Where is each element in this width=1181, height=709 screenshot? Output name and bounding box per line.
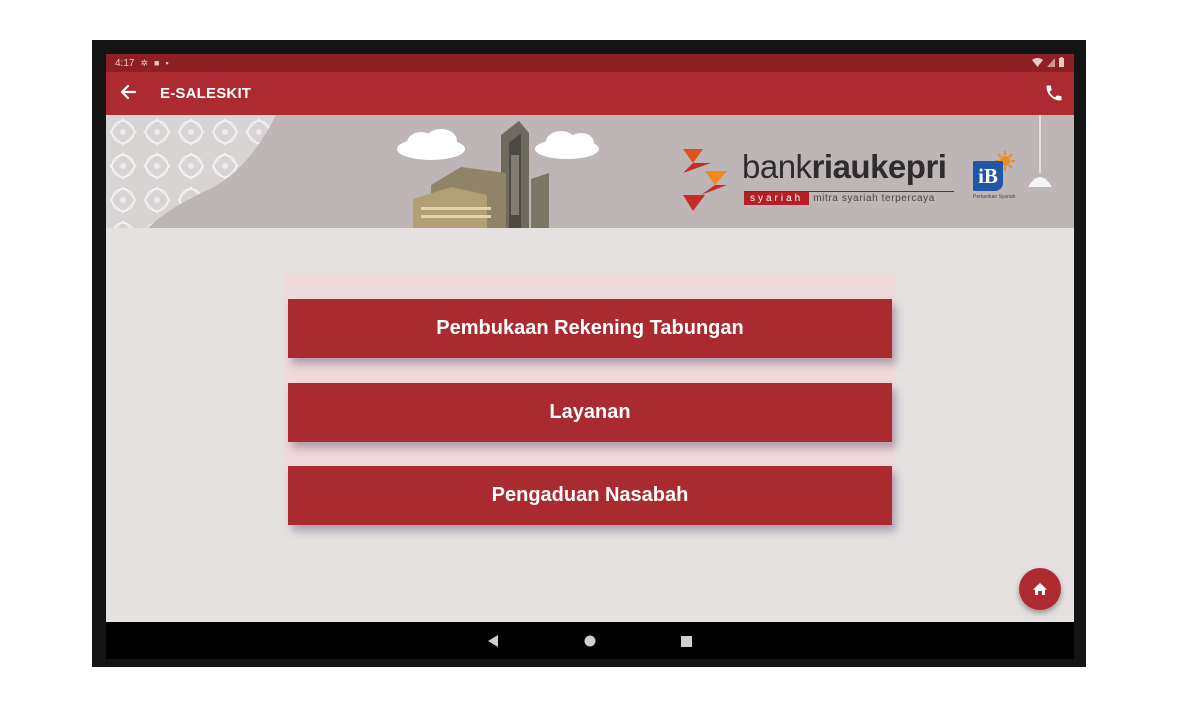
status-indicators — [1032, 57, 1064, 67]
phone-icon[interactable] — [1044, 83, 1064, 103]
square-recents-icon — [680, 635, 692, 647]
brand-tagline: mitra syariah terpercaya — [813, 193, 935, 204]
nav-home-button[interactable] — [580, 631, 600, 651]
nav-back-button[interactable] — [483, 631, 503, 651]
system-nav-bar — [106, 622, 1074, 659]
signal-icon — [1047, 57, 1055, 67]
ib-mark: iB — [973, 161, 1003, 191]
app-screen: 4:17 ✲ ■ ▪ E-SALESKIT bankriaukepri syar… — [106, 54, 1074, 622]
customer-complaint-button[interactable]: Pengaduan Nasabah — [288, 466, 892, 525]
services-button[interactable]: Layanan — [288, 383, 892, 442]
hanging-lamp — [1028, 115, 1052, 187]
home-fab-button[interactable] — [1019, 568, 1061, 610]
bank-logo-wordmark: bankriaukepri — [742, 148, 947, 185]
status-bar: 4:17 ✲ ■ ▪ — [106, 54, 1074, 72]
bank-tagline-row: syariah mitra syariah terpercaya — [744, 191, 954, 205]
home-icon — [1033, 583, 1047, 595]
arrow-left-icon[interactable] — [118, 81, 138, 103]
brand-word-bold: riaukepri — [811, 148, 947, 185]
settings-icon: ✲ — [140, 57, 149, 68]
app-bar: E-SALESKIT — [106, 72, 1074, 115]
wifi-icon — [1032, 57, 1043, 67]
nav-recents-button[interactable] — [676, 631, 696, 651]
circle-home-icon — [584, 635, 596, 647]
triangle-back-icon — [488, 635, 498, 647]
battery-icon — [1059, 57, 1064, 67]
building-illustration — [397, 121, 599, 228]
notification-icon: ■ — [154, 58, 160, 68]
brand-badge: syariah — [744, 192, 810, 205]
bank-logo-mark — [683, 149, 727, 211]
brand-word-light: bank — [742, 148, 812, 185]
status-time: 4:17 — [115, 57, 135, 69]
app-title: E-SALESKIT — [160, 85, 252, 102]
open-savings-account-button[interactable]: Pembukaan Rekening Tabungan — [288, 299, 892, 358]
header-banner: bankriaukepri syariah mitra syariah terp… — [106, 115, 1074, 228]
ib-logo: iB Perbankan Syariah — [973, 151, 1017, 203]
ib-caption: Perbankan Syariah — [973, 194, 1016, 200]
sd-card-icon: ▪ — [165, 58, 169, 68]
